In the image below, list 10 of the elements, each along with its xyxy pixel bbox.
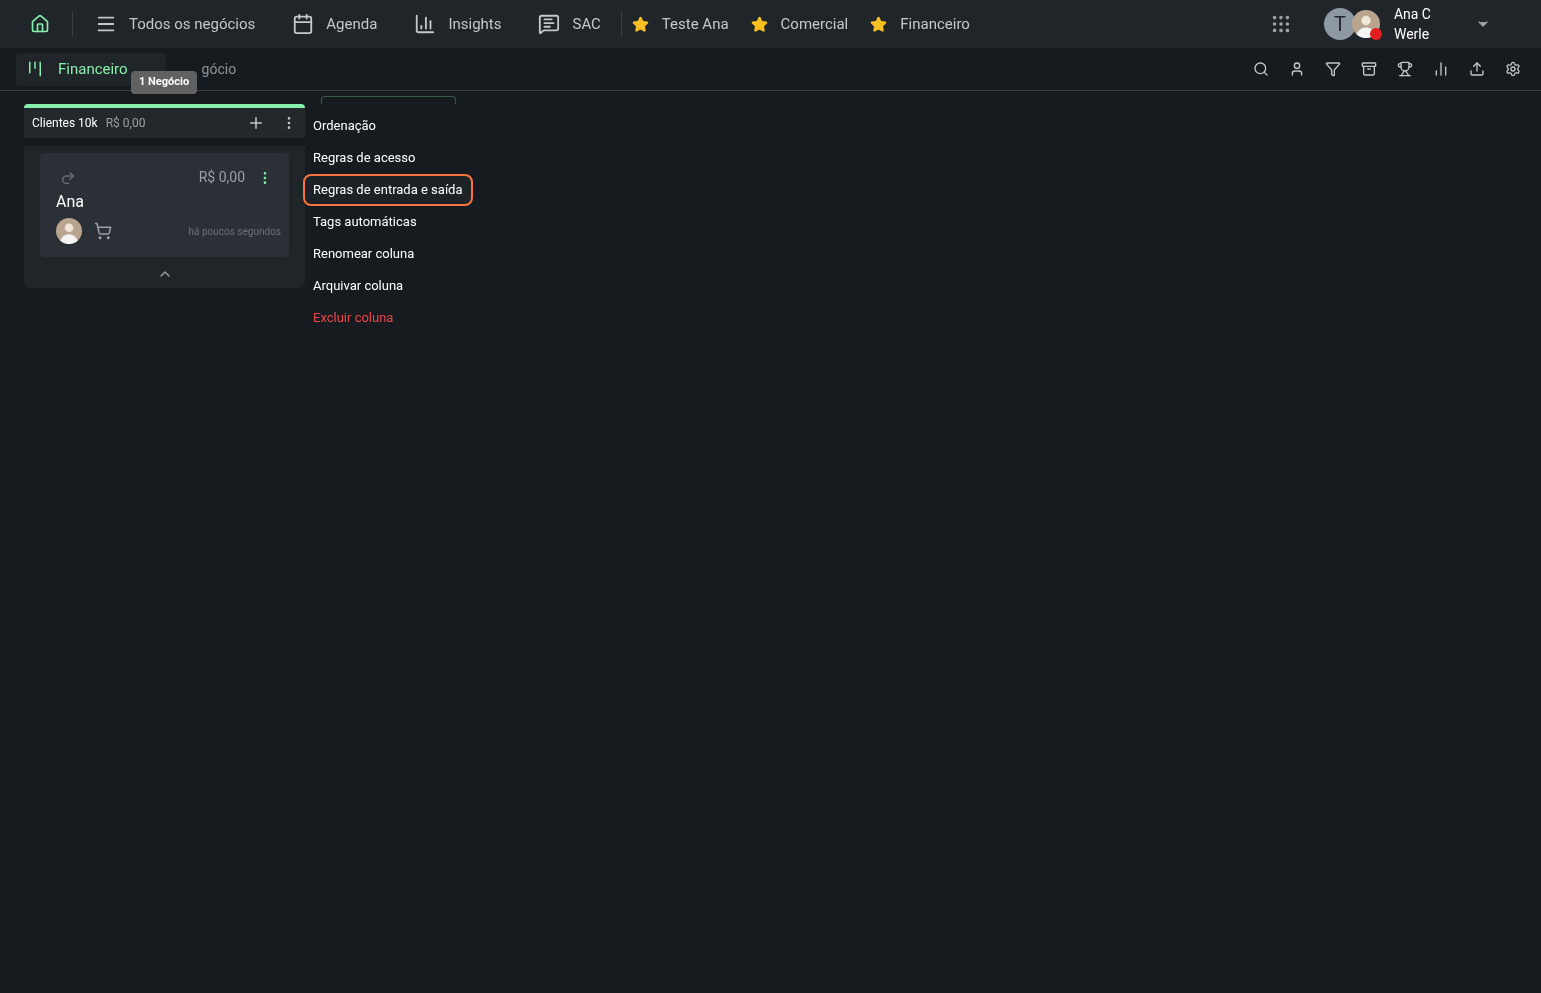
- tooltip: 1 Negócio: [131, 71, 198, 94]
- user-initial: T: [1323, 8, 1356, 40]
- user-name: Ana C: [1393, 5, 1431, 24]
- deal-value: R$ 0,00: [198, 168, 245, 187]
- column-total: R$ 0,00: [105, 115, 146, 132]
- board-subtitle: gócio: [201, 59, 237, 79]
- column-title: Clientes 10k: [32, 115, 98, 132]
- user-name: Werle: [1393, 25, 1431, 44]
- deal-time: há poucos segundos: [188, 224, 281, 239]
- deal-name: Ana: [56, 191, 85, 213]
